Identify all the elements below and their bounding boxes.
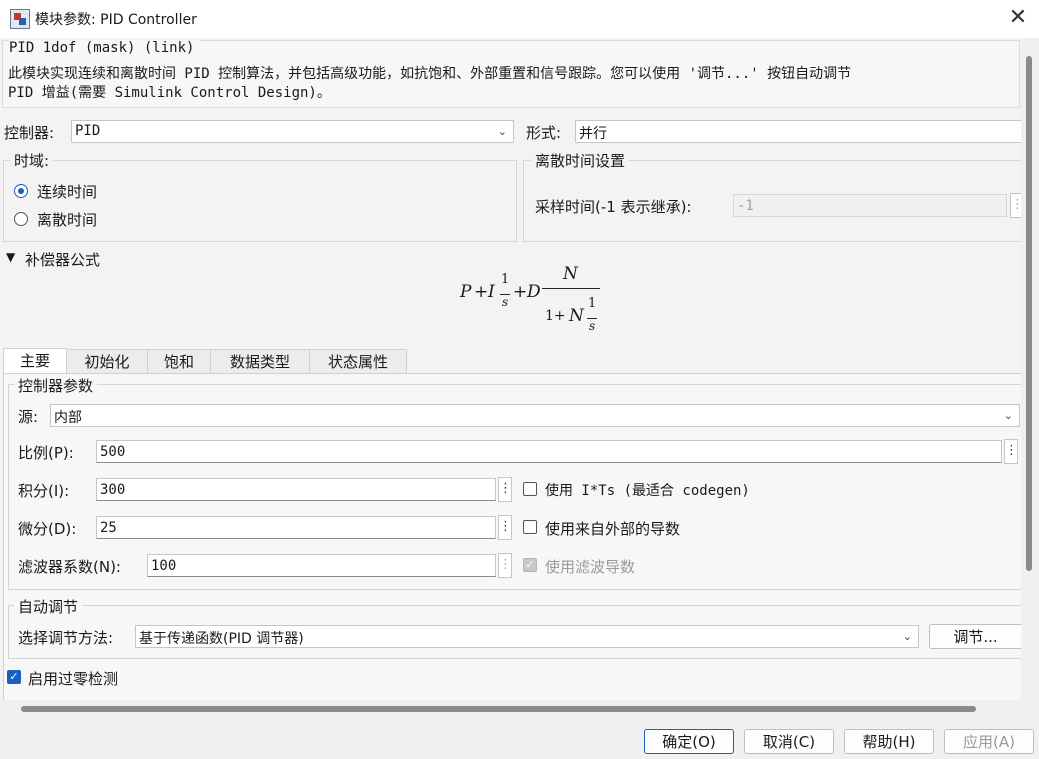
- i-label: 积分(I):: [18, 482, 70, 500]
- use-external-derivative-label: 使用来自外部的导数: [545, 520, 681, 538]
- vertical-ellipsis-icon: ⋮: [1005, 443, 1018, 458]
- dialog-content: PID 1dof (mask) (link) 此模块实现连续和离散时间 PID …: [0, 38, 1021, 700]
- vertical-ellipsis-icon: ⋮: [1011, 197, 1021, 212]
- tune-method-value: 基于传递函数(PID 调节器): [139, 631, 304, 647]
- tab-saturation[interactable]: 饱和: [147, 349, 211, 374]
- sample-time-label: 采样时间(-1 表示继承):: [535, 198, 692, 216]
- form-value: 并行: [579, 126, 607, 142]
- i-menu-button[interactable]: ⋮: [498, 477, 512, 502]
- controller-label: 控制器:: [4, 124, 55, 142]
- radio-continuous-label: 连续时间: [37, 183, 98, 201]
- n-label: 滤波器系数(N):: [18, 558, 121, 576]
- controller-value: PID: [75, 123, 101, 139]
- time-domain-title: 时域:: [10, 150, 54, 171]
- i-input[interactable]: 300: [96, 478, 496, 501]
- formula-one1: 1: [501, 272, 510, 287]
- chevron-down-icon: ⌄: [902, 630, 912, 643]
- use-its-label: 使用 I*Ts (最适合 codegen): [545, 483, 750, 499]
- discrete-settings-title: 离散时间设置: [531, 150, 630, 171]
- formula-n-den: N: [569, 306, 584, 326]
- use-its-checkbox[interactable]: [523, 482, 537, 496]
- chevron-down-icon: ⌄: [497, 125, 507, 138]
- p-menu-button[interactable]: ⋮: [1004, 439, 1018, 464]
- formula-one-plus: 1+: [545, 308, 566, 324]
- formula-one2: 1: [588, 296, 597, 311]
- formula-s2: s: [589, 319, 596, 333]
- description-title: PID 1dof (mask) (link): [9, 40, 201, 56]
- auto-tune-title: 自动调节: [14, 596, 83, 617]
- ok-button[interactable]: 确定(O): [644, 729, 734, 754]
- tune-button[interactable]: 调节...: [929, 624, 1021, 649]
- d-input[interactable]: 25: [96, 516, 496, 539]
- tab-main[interactable]: 主要: [3, 348, 67, 375]
- p-value: 500: [100, 444, 126, 460]
- n-input[interactable]: 100: [147, 554, 496, 577]
- compensator-formula: P + I 1 s + D N 1+ N 1 s: [458, 264, 608, 378]
- formula-i: I: [488, 282, 495, 302]
- sample-time-input[interactable]: -1: [733, 194, 1007, 217]
- sample-time-value: -1: [737, 198, 754, 214]
- vertical-ellipsis-icon: ⋮: [499, 481, 512, 496]
- help-button[interactable]: 帮助(H): [844, 729, 934, 754]
- d-menu-button[interactable]: ⋮: [498, 515, 512, 540]
- source-value: 内部: [54, 410, 82, 426]
- window-title: 模块参数: PID Controller: [35, 12, 197, 28]
- p-label: 比例(P):: [18, 444, 74, 462]
- tab-data-types[interactable]: 数据类型: [210, 349, 310, 374]
- formula-plus2: +: [513, 282, 528, 302]
- close-icon[interactable]: ✕: [1006, 6, 1030, 30]
- formula-n-num: N: [563, 264, 578, 284]
- controller-dropdown[interactable]: PID ⌄: [71, 120, 514, 143]
- i-value: 300: [100, 482, 126, 498]
- radio-discrete[interactable]: [14, 212, 28, 226]
- use-external-derivative-checkbox[interactable]: [523, 520, 537, 534]
- controller-params-title: 控制器参数: [14, 375, 98, 396]
- zero-crossing-checkbox[interactable]: ✓: [7, 670, 21, 684]
- d-value: 25: [100, 520, 117, 536]
- n-value: 100: [151, 558, 177, 574]
- formula-d: D: [527, 282, 541, 302]
- formula-s1: s: [502, 295, 509, 309]
- radio-discrete-label: 离散时间: [37, 211, 98, 229]
- triangle-down-icon[interactable]: ▼: [6, 250, 15, 264]
- vertical-ellipsis-icon: ⋮: [499, 557, 512, 572]
- formula-plus1: +: [474, 282, 489, 302]
- sample-time-menu[interactable]: ⋮: [1010, 193, 1021, 218]
- vertical-scroll-thumb[interactable]: [1026, 56, 1032, 571]
- p-input[interactable]: 500: [96, 440, 1002, 463]
- formula-p: P: [460, 282, 472, 302]
- compensator-label[interactable]: 补偿器公式: [25, 249, 100, 270]
- d-label: 微分(D):: [18, 520, 77, 538]
- radio-continuous[interactable]: [14, 184, 28, 198]
- horizontal-scroll-thumb[interactable]: [21, 706, 976, 712]
- tab-state-attributes[interactable]: 状态属性: [309, 349, 407, 374]
- description-text: 此模块实现连续和离散时间 PID 控制算法，并包括高级功能，如抗饱和、外部重置和…: [8, 66, 852, 101]
- tab-initialization[interactable]: 初始化: [66, 349, 148, 374]
- cancel-button[interactable]: 取消(C): [744, 729, 834, 754]
- vertical-ellipsis-icon: ⋮: [499, 519, 512, 534]
- apply-button[interactable]: 应用(A): [944, 729, 1034, 754]
- tune-method-label: 选择调节方法:: [18, 629, 114, 647]
- tune-method-dropdown[interactable]: 基于传递函数(PID 调节器) ⌄: [135, 625, 919, 648]
- form-dropdown[interactable]: 并行: [575, 120, 1021, 143]
- source-label: 源:: [18, 408, 39, 426]
- zero-crossing-label: 启用过零检测: [28, 670, 119, 688]
- use-filter-checkbox[interactable]: ✓: [523, 558, 537, 572]
- chevron-down-icon: ⌄: [1003, 409, 1013, 422]
- form-label: 形式:: [526, 124, 562, 142]
- use-filter-label: 使用滤波导数: [545, 558, 636, 576]
- source-dropdown[interactable]: 内部 ⌄: [50, 404, 1020, 427]
- simulink-block-icon: [10, 9, 30, 29]
- n-menu-button[interactable]: ⋮: [498, 553, 512, 578]
